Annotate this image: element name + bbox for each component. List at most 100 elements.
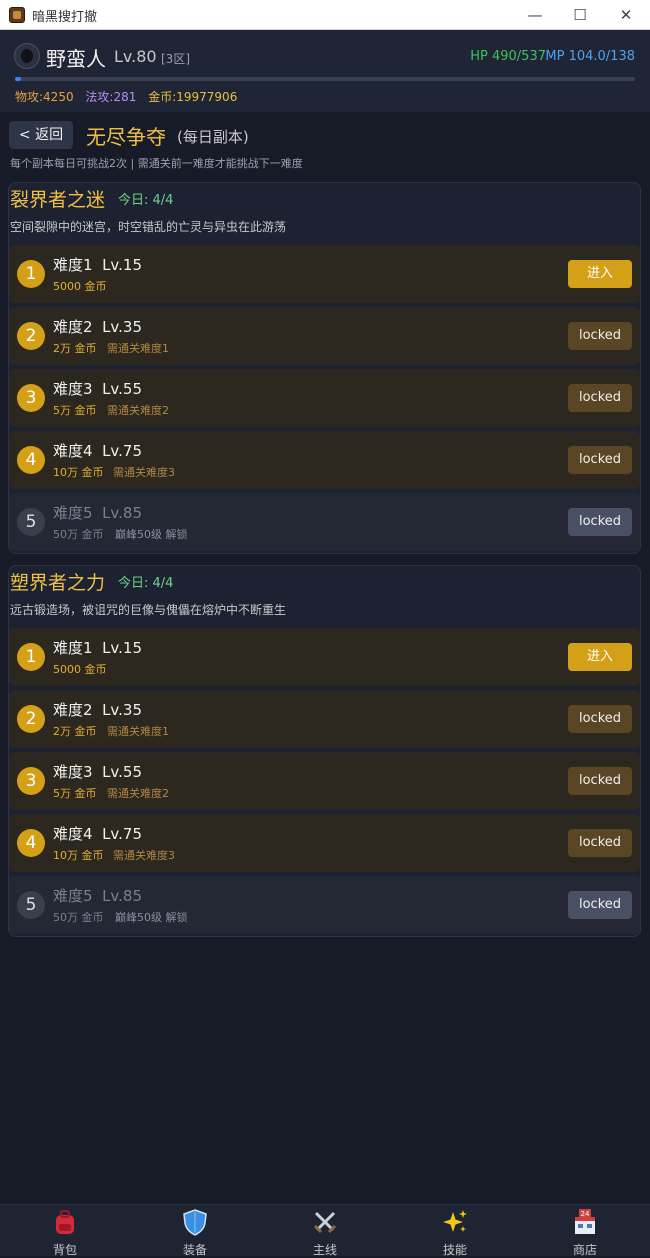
section-daily-count: 今日: 4/4	[118, 576, 174, 591]
hp-value: HP 490/537	[470, 49, 546, 64]
backpack-icon	[56, 1210, 74, 1234]
difficulty-row: 5 难度5 Lv.85 50万 金币 巅峰50级 解锁 locked	[9, 493, 640, 551]
unlock-requirement: 巅峰50级 解锁	[115, 911, 188, 924]
difficulty-number-badge: 2	[17, 705, 45, 733]
window-titlebar: 暗黑搜打撤 — ☐ ✕	[0, 0, 650, 30]
unlock-requirement: 需通关难度3	[113, 466, 175, 479]
avatar	[14, 43, 40, 69]
gold-cost: 2万 金币	[53, 342, 97, 355]
gold-cost: 5万 金币	[53, 787, 97, 800]
section-title: 裂界者之迷	[10, 189, 106, 211]
physical-attack: 物攻:4250	[15, 90, 74, 104]
difficulty-name: 难度5 Lv.85	[53, 887, 143, 905]
nav-equipment[interactable]: 装备	[130, 1205, 260, 1257]
difficulty-name: 难度5 Lv.85	[53, 504, 143, 522]
unlock-requirement: 需通关难度2	[107, 787, 169, 800]
enter-button[interactable]: 进入	[568, 260, 632, 288]
enter-button[interactable]: 进入	[568, 643, 632, 671]
difficulty-number-badge: 5	[17, 891, 45, 919]
unlock-requirement: 巅峰50级 解锁	[115, 528, 188, 541]
locked-button[interactable]: locked	[568, 829, 632, 857]
difficulty-row: 1 难度1 Lv.15 5000 金币 进入	[9, 628, 640, 686]
character-level: Lv.80	[114, 47, 157, 66]
difficulty-number-badge: 3	[17, 384, 45, 412]
difficulty-name: 难度1 Lv.15	[53, 639, 143, 657]
minimize-button[interactable]: —	[520, 5, 550, 25]
nav-backpack[interactable]: 背包	[0, 1205, 130, 1257]
dungeon-section-1: 裂界者之迷 今日: 4/4 空间裂隙中的迷宫，时空错乱的亡灵与异虫在此游荡 1 …	[8, 182, 641, 554]
difficulty-row: 2 难度2 Lv.35 2万 金币 需通关难度1 locked	[9, 307, 640, 365]
difficulty-row: 4 难度4 Lv.75 10万 金币 需通关难度3 locked	[9, 431, 640, 489]
difficulty-name: 难度2 Lv.35	[53, 701, 143, 719]
maximize-button[interactable]: ☐	[565, 5, 595, 25]
difficulty-number-badge: 1	[17, 260, 45, 288]
difficulty-number-badge: 3	[17, 767, 45, 795]
gold-cost: 5万 金币	[53, 404, 97, 417]
unlock-requirement: 需通关难度1	[107, 342, 169, 355]
locked-button[interactable]: locked	[568, 508, 632, 536]
app-icon	[9, 7, 25, 23]
section-daily-count: 今日: 4/4	[118, 193, 174, 208]
nav-label: 装备	[182, 1243, 207, 1257]
gold-cost: 10万 金币	[53, 466, 104, 479]
nav-label: 技能	[442, 1243, 467, 1257]
unlock-requirement: 需通关难度2	[107, 404, 169, 417]
difficulty-name: 难度4 Lv.75	[53, 442, 143, 460]
shield-icon	[183, 1209, 207, 1236]
crossed-swords-icon	[313, 1211, 337, 1234]
nav-label: 主线	[312, 1243, 337, 1257]
gold-amount: 金币:19977906	[148, 90, 238, 104]
back-button[interactable]: < 返回	[9, 121, 73, 149]
store-icon: 24	[575, 1209, 595, 1234]
difficulty-row: 3 难度3 Lv.55 5万 金币 需通关难度2 locked	[9, 369, 640, 427]
nav-skills[interactable]: 技能	[390, 1205, 520, 1257]
sparkles-icon	[443, 1210, 467, 1232]
difficulty-number-badge: 1	[17, 643, 45, 671]
difficulty-name: 难度2 Lv.35	[53, 318, 143, 336]
unlock-requirement: 需通关难度1	[107, 725, 169, 738]
difficulty-row: 4 难度4 Lv.75 10万 金币 需通关难度3 locked	[9, 814, 640, 872]
difficulty-row: 5 难度5 Lv.85 50万 金币 巅峰50级 解锁 locked	[9, 876, 640, 934]
page-subtitle: (每日副本)	[177, 128, 249, 146]
window-title: 暗黑搜打撤	[32, 10, 98, 25]
page-title: 无尽争夺	[86, 125, 166, 149]
nav-label: 商店	[572, 1243, 597, 1257]
nav-label: 背包	[52, 1243, 77, 1257]
character-header: 野蛮人 Lv.80 [3区] HP 490/537 MP 104.0/138 物…	[0, 30, 650, 112]
stats-line: 物攻:4250 法攻:281 金币:19977906	[15, 88, 245, 105]
magic-attack: 法攻:281	[85, 90, 137, 104]
difficulty-name: 难度3 Lv.55	[53, 763, 143, 781]
difficulty-name: 难度3 Lv.55	[53, 380, 143, 398]
nav-main-quest[interactable]: 主线	[260, 1205, 390, 1257]
gold-cost: 50万 金币	[53, 528, 104, 541]
svg-text:24: 24	[581, 1210, 590, 1218]
locked-button[interactable]: locked	[568, 705, 632, 733]
unlock-requirement: 需通关难度3	[113, 849, 175, 862]
close-button[interactable]: ✕	[611, 5, 641, 25]
locked-button[interactable]: locked	[568, 767, 632, 795]
character-name: 野蛮人	[46, 47, 106, 71]
locked-button[interactable]: locked	[568, 384, 632, 412]
locked-button[interactable]: locked	[568, 891, 632, 919]
difficulty-number-badge: 4	[17, 829, 45, 857]
difficulty-row: 3 难度3 Lv.55 5万 金币 需通关难度2 locked	[9, 752, 640, 810]
section-title: 塑界者之力	[10, 572, 106, 594]
locked-button[interactable]: locked	[568, 322, 632, 350]
section-description: 空间裂隙中的迷宫，时空错乱的亡灵与异虫在此游荡	[10, 220, 287, 234]
difficulty-number-badge: 5	[17, 508, 45, 536]
difficulty-name: 难度4 Lv.75	[53, 825, 143, 843]
difficulty-name: 难度1 Lv.15	[53, 256, 143, 274]
gold-cost: 50万 金币	[53, 911, 104, 924]
difficulty-number-badge: 2	[17, 322, 45, 350]
page-hint: 每个副本每日可挑战2次 | 需通关前一难度才能挑战下一难度	[10, 157, 303, 170]
dungeon-section-2: 塑界者之力 今日: 4/4 远古锻造场，被诅咒的巨像与傀儡在熔炉中不断重生 1 …	[8, 565, 641, 937]
locked-button[interactable]: locked	[568, 446, 632, 474]
section-description: 远古锻造场，被诅咒的巨像与傀儡在熔炉中不断重生	[10, 603, 287, 617]
bottom-nav: 背包 装备 主线 技能 24 商店	[0, 1204, 650, 1257]
difficulty-row: 1 难度1 Lv.15 5000 金币 进入	[9, 245, 640, 303]
difficulty-number-badge: 4	[17, 446, 45, 474]
nav-shop[interactable]: 24 商店	[520, 1205, 650, 1257]
exp-bar	[15, 77, 635, 81]
gold-cost: 5000 金币	[53, 663, 107, 676]
server-zone: [3区]	[161, 52, 190, 66]
